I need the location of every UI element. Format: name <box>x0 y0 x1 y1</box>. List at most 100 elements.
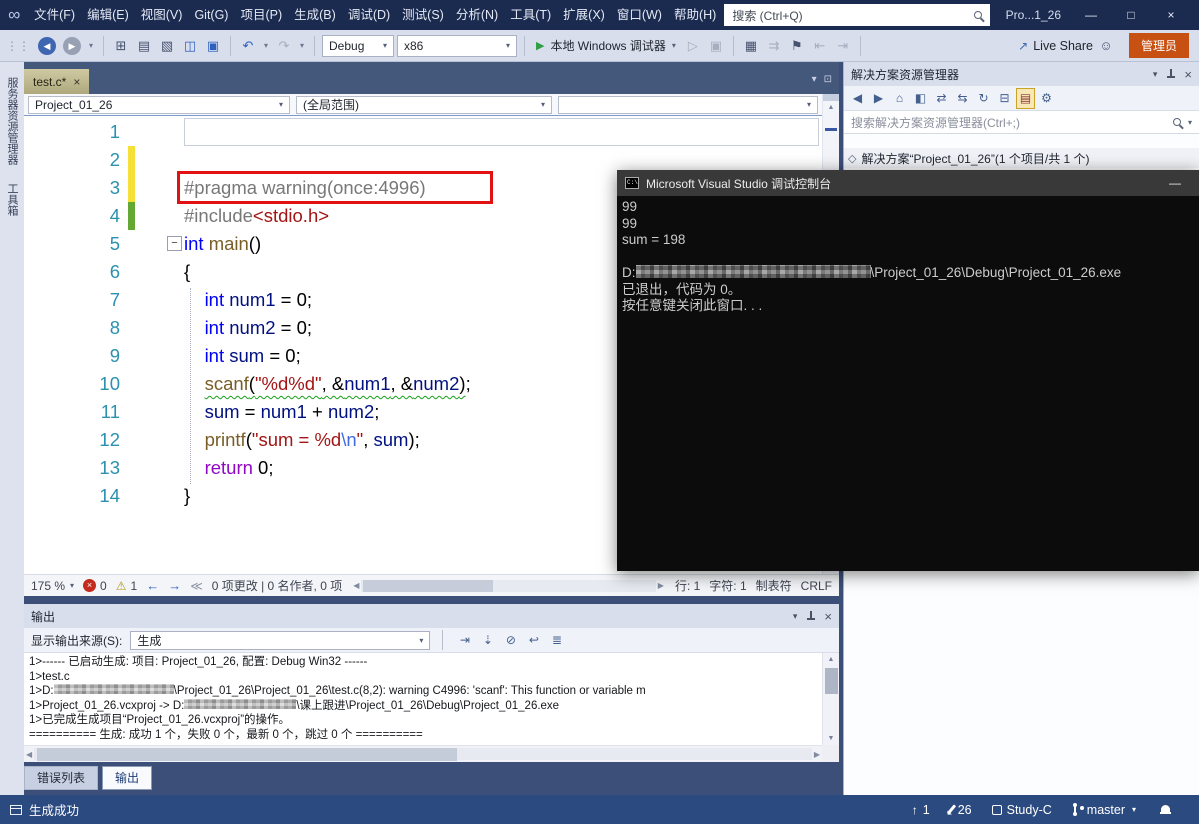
navigate-forward-icon[interactable]: → <box>168 578 181 593</box>
side-panel-tab[interactable]: 工具箱 <box>1 174 23 225</box>
menu-item[interactable]: 调试(D) <box>342 0 396 30</box>
pending-edits-button[interactable]: 26 <box>950 803 972 817</box>
refresh-icon[interactable]: ↻ <box>974 88 993 109</box>
autoscroll-icon[interactable]: ⇣ <box>478 630 497 651</box>
home-icon[interactable]: ⌂ <box>890 88 909 109</box>
menu-item[interactable]: 测试(S) <box>396 0 450 30</box>
redo-icon[interactable]: ↷ <box>274 33 294 59</box>
output-log[interactable]: 1>------ 已启动生成: 项目: Project_01_26, 配置: D… <box>24 653 822 745</box>
scroll-right-icon[interactable]: ▶ <box>812 750 822 759</box>
scope-select[interactable]: (全局范围)▾ <box>296 96 552 114</box>
save-all-icon[interactable]: ▣ <box>203 33 223 59</box>
menu-item[interactable]: 工具(T) <box>504 0 557 30</box>
splitter-handle[interactable] <box>823 94 839 101</box>
switch-views-icon[interactable]: ◧ <box>911 88 930 109</box>
console-minimize-button[interactable]: — <box>1159 176 1191 190</box>
repository-button[interactable]: Study-C <box>992 803 1052 817</box>
errors-icon[interactable]: × <box>83 579 96 592</box>
step-over-icon[interactable]: ⇉ <box>764 33 784 59</box>
zoom-select[interactable]: 175 %▾ <box>31 579 74 593</box>
minimize-button[interactable]: — <box>1071 0 1111 30</box>
pending-changes-filter-icon[interactable]: ⇄ <box>932 88 951 109</box>
menu-item[interactable]: 视图(V) <box>135 0 189 30</box>
window-position-icon[interactable]: ▾ <box>793 611 798 622</box>
scroll-right-icon[interactable]: ▶ <box>656 581 666 590</box>
scrollbar-thumb[interactable] <box>825 668 838 694</box>
close-tab-icon[interactable]: × <box>73 75 80 89</box>
code-line[interactable]: 1 <box>24 118 822 146</box>
break-all-icon[interactable]: ▣ <box>706 33 726 59</box>
menu-item[interactable]: 编辑(E) <box>81 0 135 30</box>
show-all-files-icon[interactable]: ▤ <box>1016 88 1035 109</box>
solution-node[interactable]: ◇ 解决方案“Project_01_26”(1 个项目/共 1 个) <box>844 148 1199 168</box>
notifications-bell-icon[interactable] <box>1160 805 1171 815</box>
output-vertical-scrollbar[interactable]: ▲ ▼ <box>822 653 839 745</box>
redo-dropdown-icon[interactable]: ▾ <box>297 33 307 59</box>
menu-item[interactable]: 项目(P) <box>234 0 288 30</box>
quick-search-box[interactable]: 搜索 (Ctrl+Q) <box>724 4 989 26</box>
scroll-left-icon[interactable]: ◀ <box>24 750 34 759</box>
sync-with-active-document-icon[interactable]: ⇆ <box>953 88 972 109</box>
console-output[interactable]: 9999sum = 198D:\Project_01_26\Debug\Proj… <box>617 196 1199 571</box>
warnings-icon[interactable]: ⚠ <box>116 579 127 593</box>
back-icon[interactable]: ◀ <box>848 88 867 109</box>
menu-item[interactable]: 生成(B) <box>288 0 342 30</box>
navigate-backward-icon[interactable]: ← <box>146 578 159 593</box>
member-select[interactable]: ▾ <box>558 96 818 114</box>
clear-all-icon[interactable]: ⊘ <box>501 630 520 651</box>
document-tab[interactable]: test.c* × <box>24 69 89 94</box>
pin-icon[interactable] <box>806 610 815 622</box>
solution-configurations-select[interactable]: Debug▾ <box>322 35 394 57</box>
error-list-tab[interactable]: 错误列表 <box>24 766 98 790</box>
undo-dropdown-icon[interactable]: ▾ <box>261 33 271 59</box>
increase-indent-icon[interactable]: ⇥ <box>833 33 853 59</box>
close-icon[interactable]: × <box>1184 67 1192 82</box>
maximize-button[interactable]: □ <box>1111 0 1151 30</box>
toolbar-grip[interactable]: ⋮⋮ <box>6 39 30 53</box>
expand-all-icon[interactable]: ≣ <box>547 630 566 651</box>
navigation-dropdown-icon[interactable]: ▾ <box>86 33 96 59</box>
open-file-icon[interactable]: ▧ <box>157 33 177 59</box>
scrollbar-thumb[interactable] <box>37 748 457 761</box>
new-file-icon[interactable]: ▤ <box>134 33 154 59</box>
project-select[interactable]: Project_01_26▾ <box>28 96 290 114</box>
outgoing-commits-button[interactable]: ↑ 1 <box>912 803 930 817</box>
output-tab[interactable]: 输出 <box>102 766 152 790</box>
window-position-icon[interactable]: ▾ <box>1153 69 1158 80</box>
scroll-down-icon[interactable]: ▼ <box>828 732 835 745</box>
word-wrap-icon[interactable]: ↩ <box>524 630 543 651</box>
decrease-indent-icon[interactable]: ⇤ <box>810 33 830 59</box>
navigate-back-icon[interactable]: ◀ <box>38 37 56 55</box>
close-icon[interactable]: × <box>824 609 832 624</box>
console-title-bar[interactable]: Microsoft Visual Studio 调试控制台 — <box>617 170 1199 196</box>
menu-item[interactable]: Git(G) <box>188 0 234 30</box>
solution-platforms-select[interactable]: x86▾ <box>397 35 517 57</box>
menu-item[interactable]: 分析(N) <box>450 0 504 30</box>
scroll-left-icon[interactable]: ◀ <box>351 581 361 590</box>
scrollbar-thumb[interactable] <box>363 580 493 592</box>
menu-item[interactable]: 帮助(H) <box>668 0 722 30</box>
live-share-button[interactable]: ↗ Live Share <box>1018 39 1093 53</box>
start-debugging-button[interactable]: ▶ 本地 Windows 调试器 ▾ <box>532 37 680 54</box>
pin-icon[interactable] <box>1166 68 1175 80</box>
properties-icon[interactable]: ⚙ <box>1037 88 1056 109</box>
forward-icon[interactable]: ▶ <box>869 88 888 109</box>
menu-item[interactable]: 文件(F) <box>28 0 81 30</box>
undo-icon[interactable]: ↶ <box>238 33 258 59</box>
new-project-icon[interactable]: ⊞ <box>111 33 131 59</box>
scroll-up-icon[interactable]: ▲ <box>828 653 835 666</box>
menu-item[interactable]: 窗口(W) <box>611 0 668 30</box>
editor-horizontal-scrollbar[interactable]: ◀ ▶ <box>351 580 666 592</box>
goto-location-icon[interactable]: ⇥ <box>455 630 474 651</box>
side-panel-tab[interactable]: 服务器资源管理器 <box>1 68 23 174</box>
collapse-all-icon[interactable]: ⊟ <box>995 88 1014 109</box>
start-without-debugging-icon[interactable]: ▷ <box>683 33 703 59</box>
find-in-files-icon[interactable]: ▦ <box>741 33 761 59</box>
branch-button[interactable]: master ▾ <box>1072 803 1136 817</box>
toggle-bookmark-icon[interactable]: ⚑ <box>787 33 807 59</box>
solution-search-box[interactable]: 搜索解决方案资源管理器(Ctrl+;) ▾ <box>844 111 1199 134</box>
tab-list-chevron-icon[interactable]: ▾ <box>812 74 817 85</box>
save-icon[interactable]: ◫ <box>180 33 200 59</box>
menu-item[interactable]: 扩展(X) <box>557 0 611 30</box>
output-horizontal-scrollbar[interactable]: ◀ ▶ <box>24 745 822 762</box>
